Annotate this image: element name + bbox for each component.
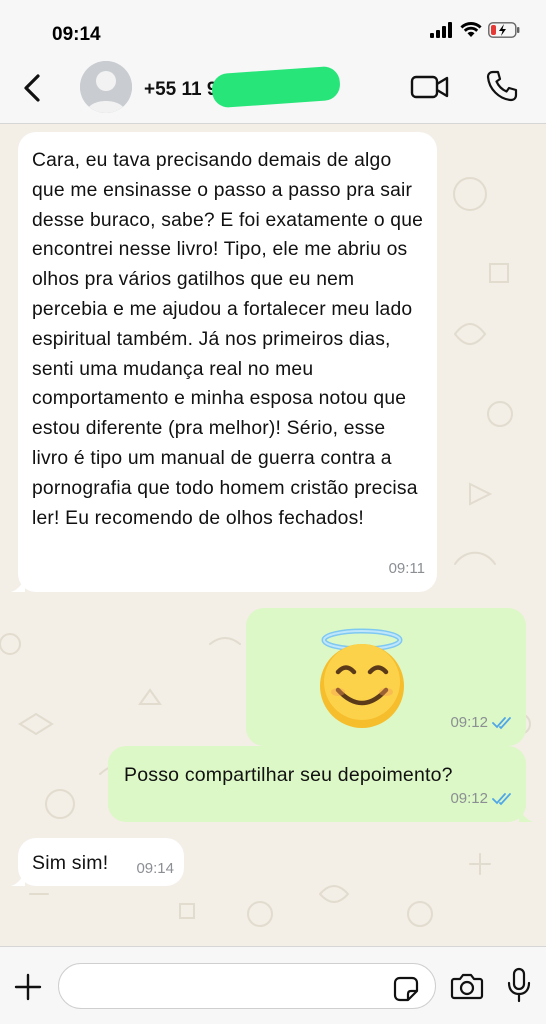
incoming-message-bubble[interactable]: Sim sim! 09:14	[11, 838, 184, 886]
message-text: Cara, eu tava precisando demais de algo …	[32, 150, 424, 529]
message-meta: 09:11	[389, 554, 425, 584]
message-time: 09:11	[388, 560, 425, 577]
microphone-icon	[507, 967, 531, 1003]
sticker-icon	[393, 976, 419, 1002]
contact-name[interactable]: +55 11 9	[144, 79, 217, 101]
avatar[interactable]	[80, 61, 132, 113]
phone-icon	[486, 70, 518, 102]
message-meta: 09:14	[136, 854, 174, 884]
plus-icon	[14, 973, 42, 1001]
video-call-button[interactable]	[410, 70, 450, 104]
message-meta: 09:12	[450, 708, 514, 738]
message-time: 09:12	[450, 790, 488, 807]
message-meta: 09:12	[450, 784, 514, 814]
smiling-face-with-halo-emoji	[320, 628, 404, 728]
message-time: 09:12	[450, 714, 488, 731]
message-input[interactable]	[59, 964, 435, 1008]
status-bar: 09:14	[0, 0, 546, 56]
default-avatar-icon	[80, 61, 132, 113]
message-input-wrapper	[58, 963, 436, 1009]
chat-header: +55 11 9	[0, 56, 546, 124]
redaction-mark	[210, 65, 342, 109]
outgoing-message-bubble[interactable]: Posso compartilhar seu depoimento? 09:12	[108, 746, 533, 822]
bubble-tail	[11, 872, 25, 886]
status-time: 09:14	[52, 24, 101, 45]
battery-low-charging-icon	[488, 22, 520, 38]
microphone-button[interactable]	[506, 967, 532, 1003]
signal-icon	[430, 22, 452, 38]
incoming-message-bubble[interactable]: Cara, eu tava precisando demais de algo …	[11, 132, 437, 592]
voice-call-button[interactable]	[484, 68, 520, 104]
message-time: 09:14	[136, 860, 174, 877]
camera-button[interactable]	[450, 971, 484, 1001]
bubble-tail	[11, 578, 25, 592]
camera-icon	[450, 973, 484, 1000]
back-button[interactable]	[18, 68, 48, 108]
chevron-left-icon	[24, 74, 40, 102]
outgoing-emoji-bubble[interactable]: 09:12	[246, 608, 526, 746]
chat-area[interactable]: Cara, eu tava precisando demais de algo …	[0, 124, 546, 946]
wifi-icon	[460, 22, 482, 37]
read-double-check-icon	[492, 793, 511, 806]
video-camera-icon	[410, 75, 449, 99]
sticker-button[interactable]	[392, 975, 420, 1003]
status-icons	[430, 22, 520, 38]
attach-button[interactable]	[12, 971, 44, 1003]
input-bar	[0, 946, 546, 1024]
bubble-tail	[519, 808, 533, 822]
read-double-check-icon	[492, 717, 511, 730]
